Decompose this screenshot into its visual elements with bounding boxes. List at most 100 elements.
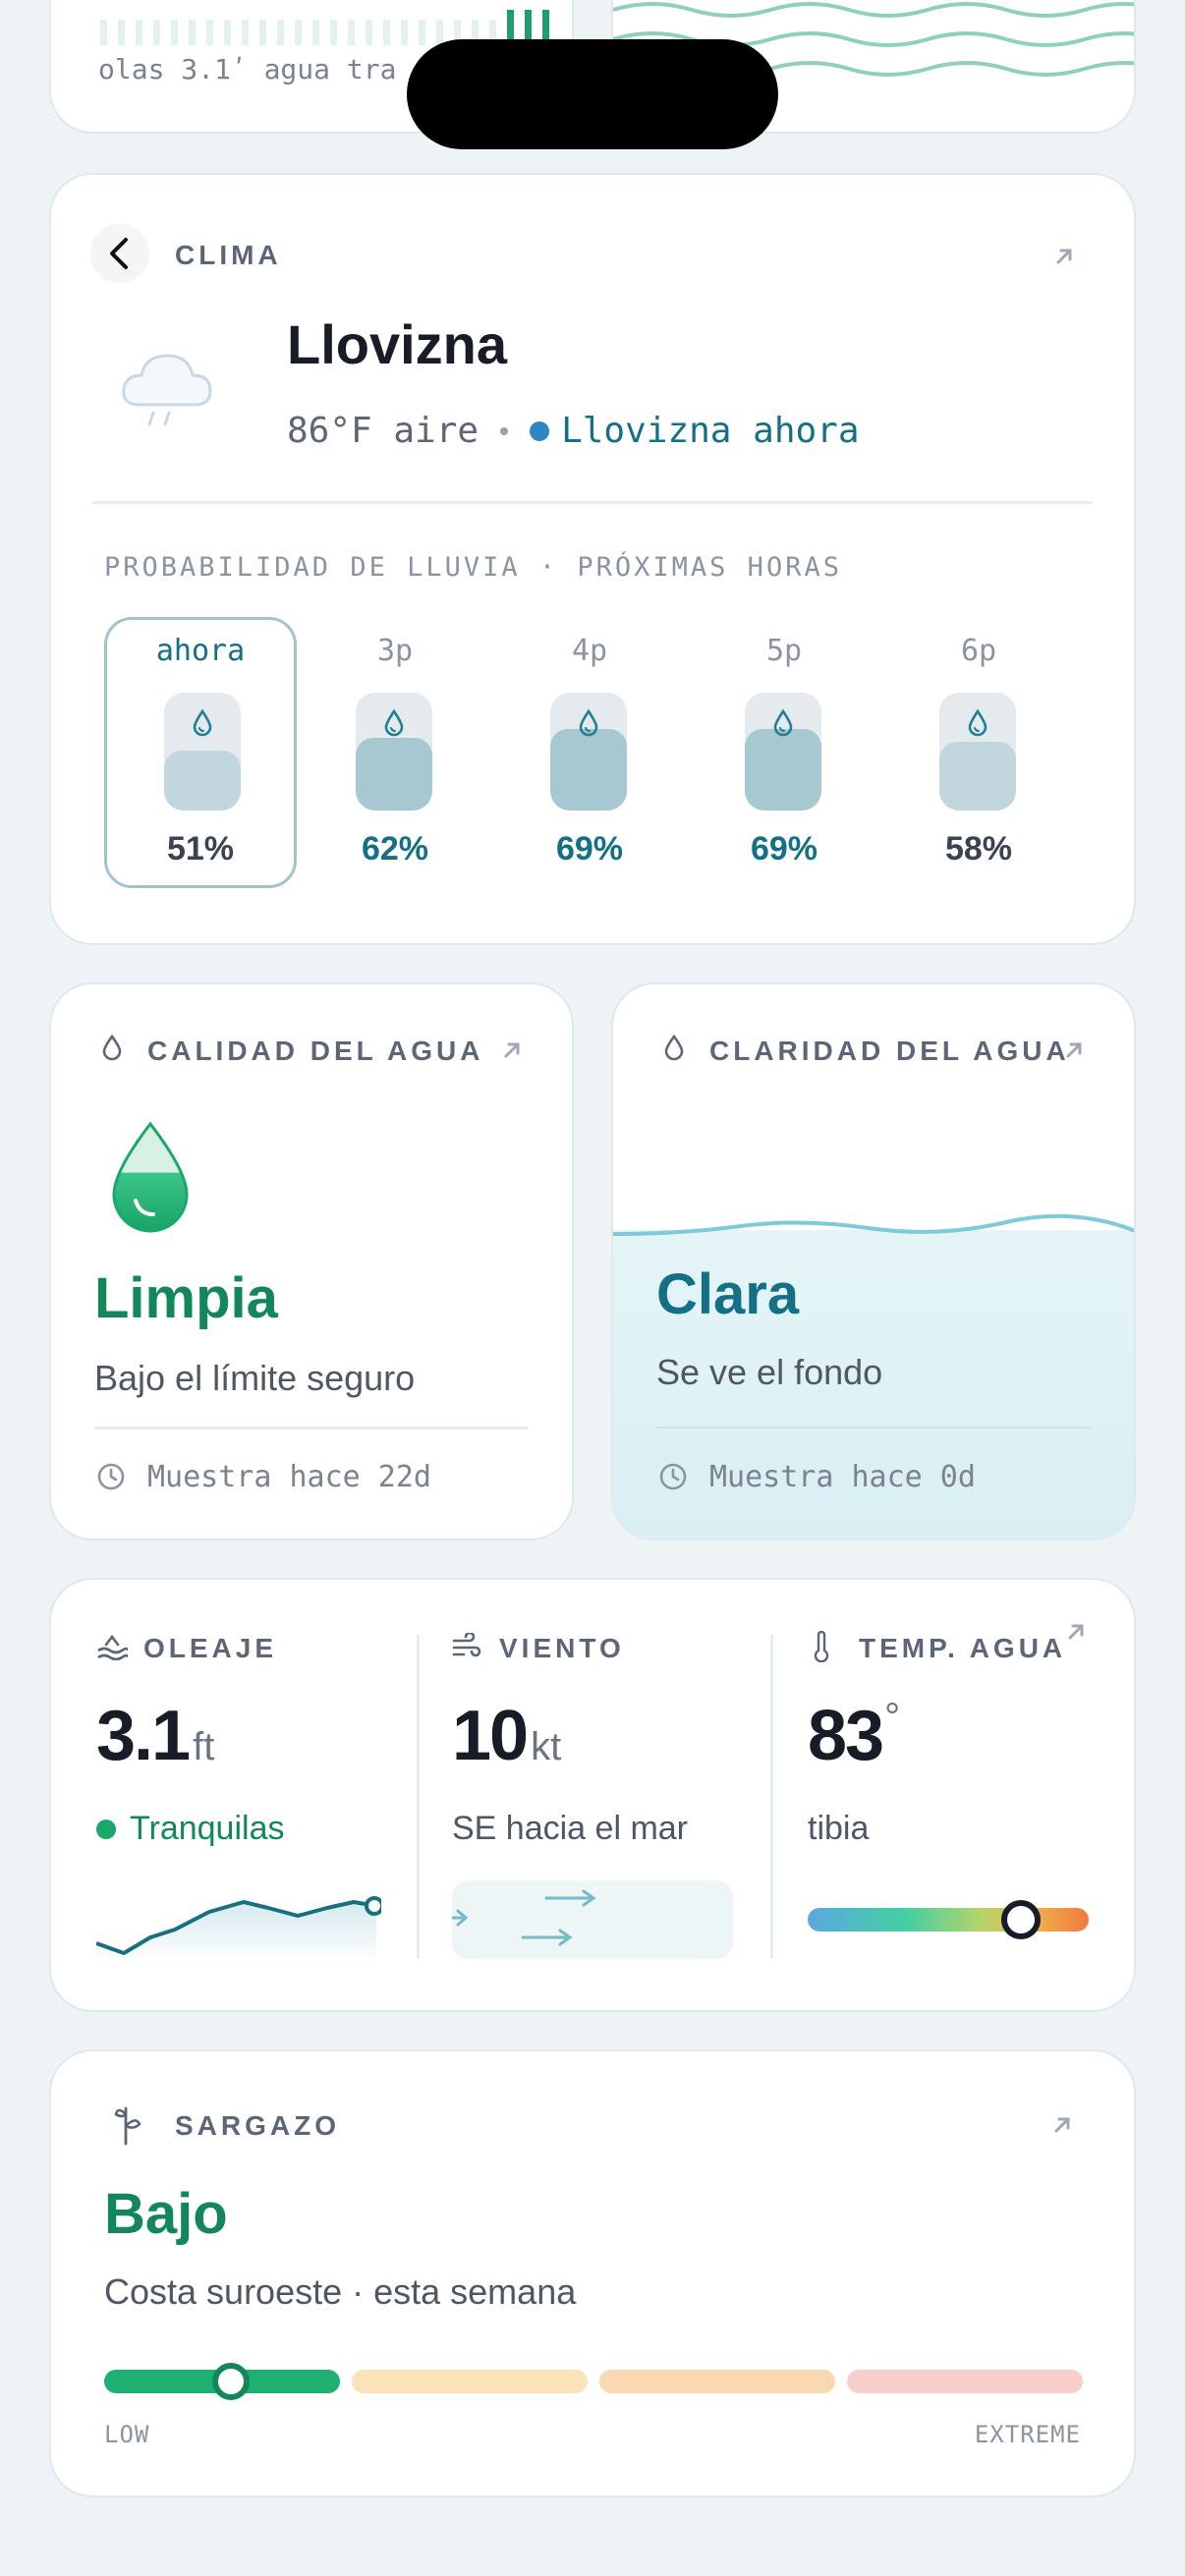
seaweed-icon <box>114 2106 141 2146</box>
sargassum-eyebrow: SARGAZO <box>175 2110 340 2141</box>
water-surface-wave <box>613 1213 1134 1236</box>
expand-arrow-icon[interactable] <box>501 1039 523 1061</box>
wind-eyebrow: VIENTO <box>499 1633 625 1663</box>
scale-low-label: LOW <box>104 2421 150 2448</box>
back-button[interactable] <box>90 224 149 283</box>
air-temp: 86°F aire <box>287 411 480 451</box>
raindrop-icon <box>384 708 404 737</box>
rain-probability-value: 69% <box>750 830 818 868</box>
raindrop-icon <box>579 708 598 737</box>
sargassum-level-scale <box>104 2363 1083 2400</box>
wind-column[interactable]: VIENTO 10 kt SE hacia el mar <box>452 1580 747 2012</box>
wind-value: 10 <box>452 1697 529 1775</box>
water-quality-eyebrow: CALIDAD DEL AGUA <box>147 1036 484 1066</box>
expand-arrow-icon[interactable] <box>1051 2114 1073 2136</box>
rain-probability-fill <box>939 742 1016 811</box>
wind-direction-label: SE hacia el mar <box>452 1810 688 1847</box>
level-segment-moderate <box>352 2370 588 2393</box>
wind-reading: 10 kt <box>452 1696 561 1776</box>
column-divider <box>417 1635 420 1959</box>
rain-probability-value: 62% <box>361 830 429 868</box>
swell-reading: 3.1 ft <box>96 1696 214 1776</box>
swell-unit: ft <box>193 1725 215 1768</box>
sargassum-status: Bajo <box>104 2182 228 2246</box>
expand-arrow-icon[interactable] <box>1063 1039 1085 1061</box>
rain-probability-bar <box>356 693 432 811</box>
weather-title: Llovizna <box>287 313 508 375</box>
waves-icon <box>97 1634 128 1660</box>
weather-subline: 86°F aire Llovizna ahora <box>287 411 860 451</box>
water-clarity-status: Clara <box>656 1262 800 1326</box>
swell-trend-sparkline <box>96 1896 381 1963</box>
raindrop-icon <box>968 708 988 737</box>
droplet-icon <box>102 1034 122 1061</box>
wind-icon <box>452 1633 481 1657</box>
rain-probability-bar <box>745 693 821 811</box>
water-temp-column[interactable]: TEMP. AGUA 83 ° tibia <box>808 1580 1093 2012</box>
rain-hour-label: 6p <box>960 634 997 668</box>
rain-hour-label: ahora <box>155 634 246 668</box>
water-temp-eyebrow: TEMP. AGUA <box>859 1633 1067 1663</box>
rain-hour-label: 4p <box>571 634 608 668</box>
divider <box>94 1427 529 1429</box>
separator-dot <box>500 426 509 435</box>
rain-probability-fill <box>745 729 821 811</box>
rain-hour-cell[interactable]: 3p 62% <box>299 617 491 888</box>
water-temp-indicator <box>1001 1900 1042 1939</box>
weather-card[interactable]: CLIMA Llovizna 86°F aire Llovizna ahora … <box>49 173 1136 945</box>
expand-arrow-icon[interactable] <box>1053 246 1075 267</box>
raindrop-icon <box>193 708 212 737</box>
rain-probability-bar <box>550 693 627 811</box>
divider <box>656 1427 1091 1428</box>
water-temp-reading: 83 ° <box>808 1696 900 1776</box>
rain-heading: PROBABILIDAD DE LLUVIA · PRÓXIMAS HORAS <box>104 552 842 583</box>
rain-hours-row: ahora 51% 3p 62% 4p 69% 5p 69% 6p 58% <box>104 617 1087 888</box>
rain-hour-cell[interactable]: 4p 69% <box>493 617 686 888</box>
swell-status: Tranquilas <box>96 1810 284 1848</box>
swell-eyebrow: OLEAJE <box>143 1633 278 1663</box>
water-clarity-detail: Se ve el fondo <box>656 1352 883 1392</box>
rain-probability-fill <box>356 737 432 811</box>
water-quality-sample: Muestra hace 22d <box>147 1460 431 1494</box>
water-clarity-sample: Muestra hace 0d <box>709 1460 976 1494</box>
swell-value: 3.1 <box>96 1697 191 1775</box>
sargassum-level-indicator <box>212 2363 251 2400</box>
water-quality-status: Limpia <box>94 1266 278 1330</box>
drizzle-status-dot <box>530 420 550 441</box>
thermometer-icon <box>814 1631 829 1662</box>
swell-column[interactable]: OLEAJE 3.1 ft Tranquilas <box>96 1580 411 2012</box>
drizzle-cloud-icon <box>122 354 212 426</box>
swell-status-label: Tranquilas <box>130 1810 285 1847</box>
clock-icon <box>97 1463 125 1490</box>
status-dot <box>96 1819 116 1839</box>
clock-icon <box>659 1463 687 1490</box>
water-clarity-eyebrow: CLARIDAD DEL AGUA <box>709 1036 1070 1066</box>
rain-hour-cell[interactable]: ahora 51% <box>104 617 297 888</box>
sargassum-card[interactable]: SARGAZO Bajo Costa suroeste · esta seman… <box>49 2049 1136 2497</box>
wind-arrows-panel <box>452 1880 733 1959</box>
scale-high-label: EXTREME <box>974 2421 1081 2448</box>
water-quality-card[interactable]: CALIDAD DEL AGUA Limpia Bajo el límite s… <box>49 982 574 1540</box>
raindrop-icon <box>773 708 793 737</box>
water-clarity-card[interactable]: CLARIDAD DEL AGUA Clara Se ve el fondo M… <box>611 982 1136 1540</box>
water-temp-unit: ° <box>884 1696 901 1739</box>
rain-hour-label: 5p <box>765 634 803 668</box>
water-quality-detail: Bajo el límite seguro <box>94 1358 416 1398</box>
level-segment-extreme <box>847 2370 1083 2393</box>
sargassum-detail: Costa suroeste · esta semana <box>104 2271 577 2312</box>
water-temp-value: 83 <box>808 1697 884 1775</box>
water-temp-gradient-track <box>808 1900 1089 1939</box>
droplet-icon <box>664 1034 684 1061</box>
rain-probability-bar <box>939 693 1016 811</box>
wind-arrows-graphic <box>452 1889 596 1946</box>
divider <box>92 501 1093 504</box>
rain-probability-bar <box>164 693 241 811</box>
conditions-card[interactable]: OLEAJE 3.1 ft Tranquilas VIENTO 10 kt SE… <box>49 1578 1136 2012</box>
rain-probability-value: 51% <box>166 830 235 868</box>
drizzle-now-label: Llovizna ahora <box>561 411 860 451</box>
rain-probability-fill <box>550 729 627 811</box>
wind-unit: kt <box>531 1725 562 1768</box>
rain-hour-cell[interactable]: 6p 58% <box>882 617 1075 888</box>
rain-probability-value: 69% <box>555 830 624 868</box>
rain-hour-cell[interactable]: 5p 69% <box>688 617 880 888</box>
